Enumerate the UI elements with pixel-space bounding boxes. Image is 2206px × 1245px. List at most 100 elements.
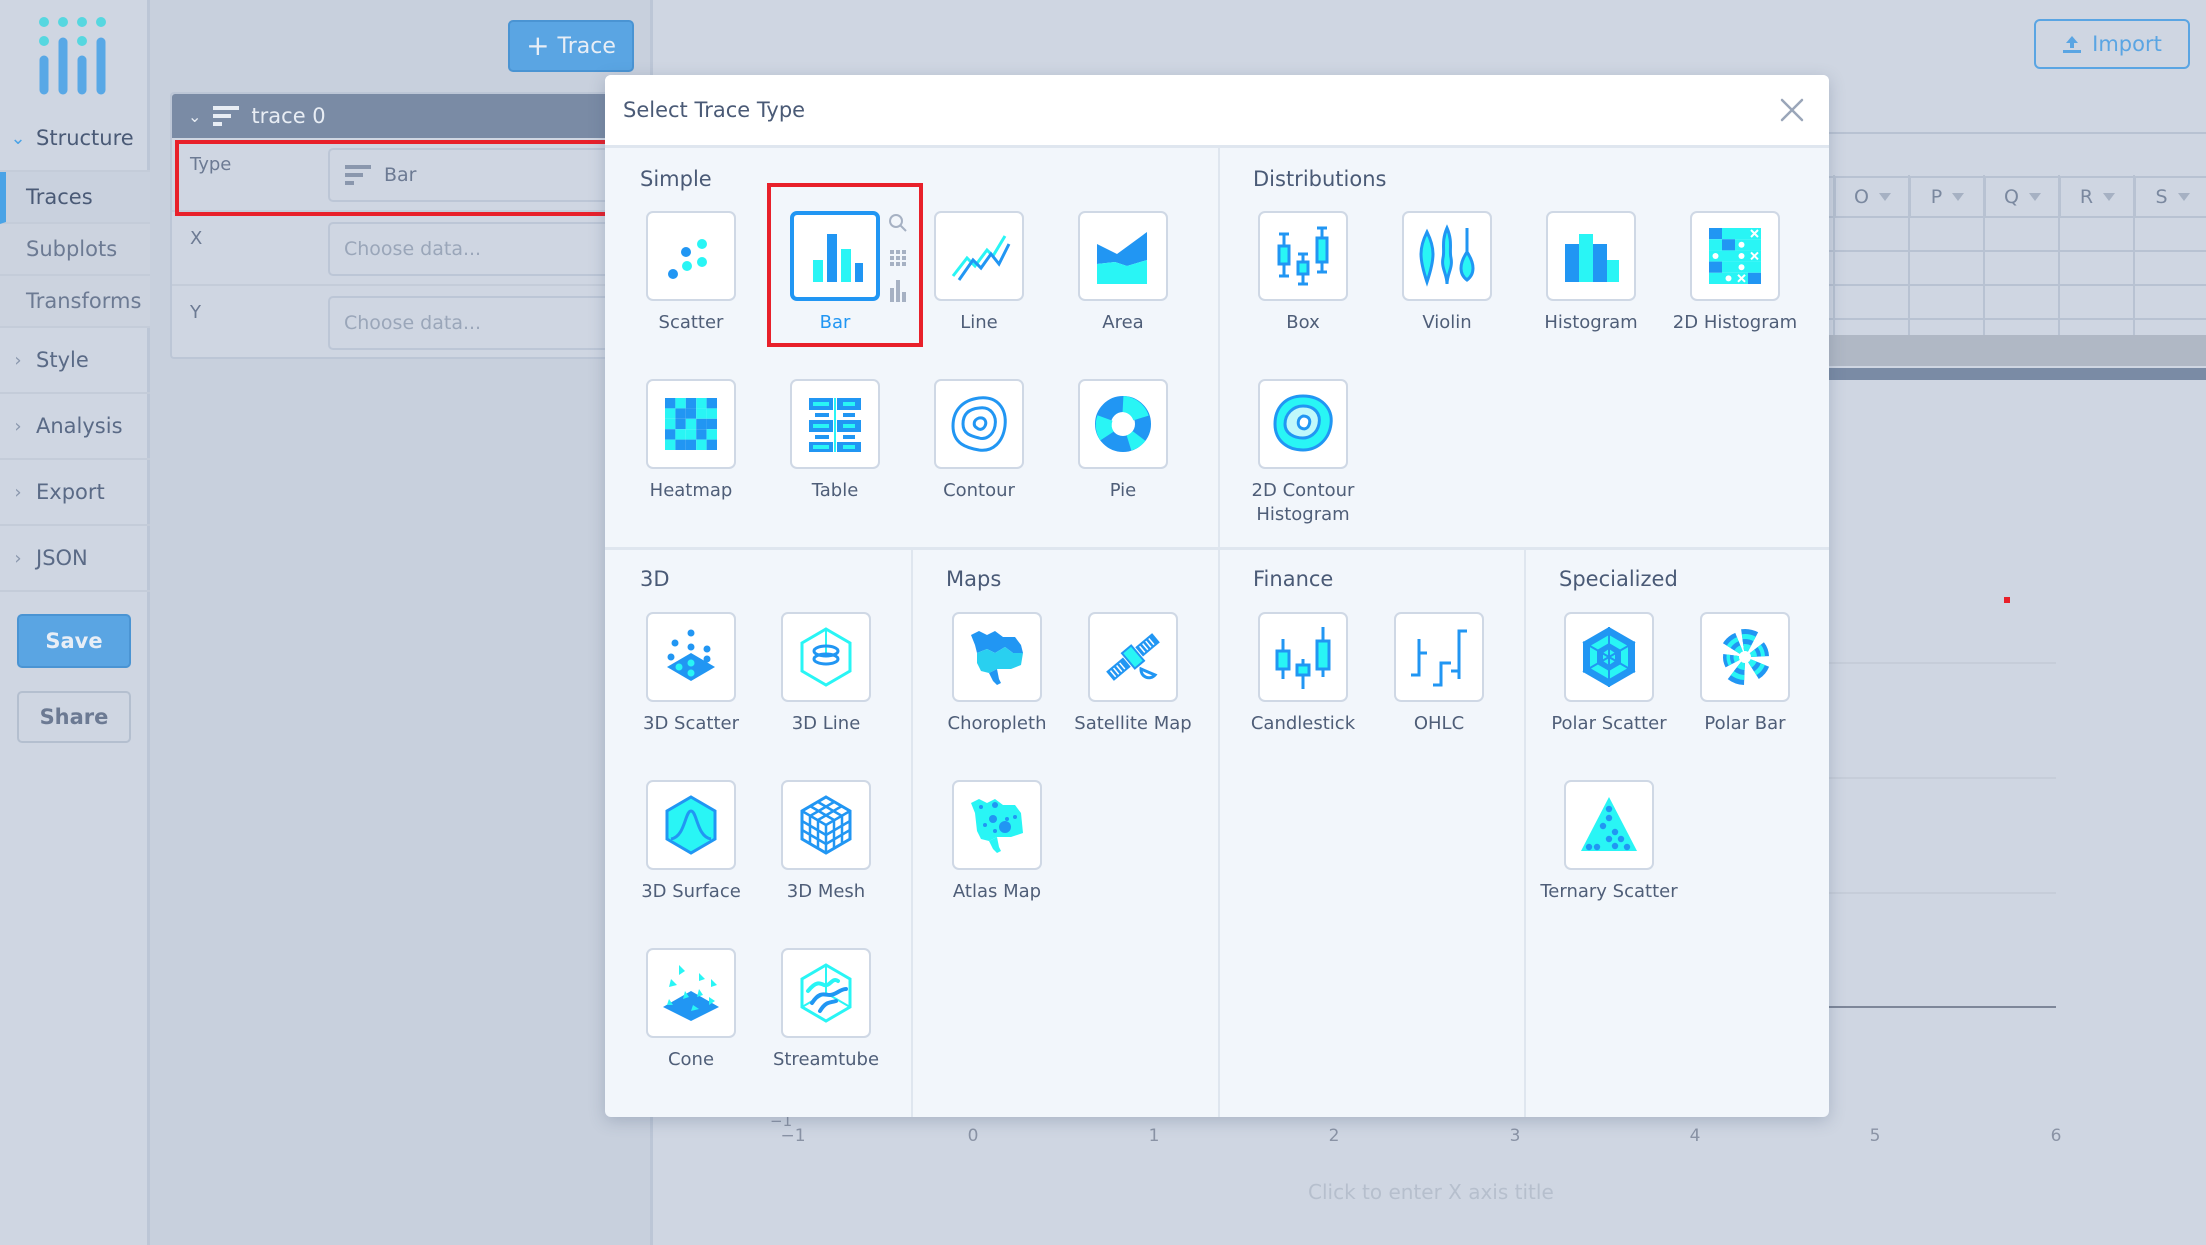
nav-group-label: Export [36,480,105,504]
trace-type-value: Bar [384,164,417,186]
streamtube-icon [800,963,852,1023]
trace-type-line[interactable]: Line [907,211,1051,335]
trace-type-violin[interactable]: Violin [1375,211,1519,335]
section-divider [605,547,1829,550]
plot-gridline [1829,662,2056,664]
import-button[interactable]: Import [2034,19,2190,69]
upload-icon [2063,36,2082,53]
trace-type-contour[interactable]: Contour [907,379,1051,503]
trace-type-heatmap[interactable]: Heatmap [619,379,763,503]
tile-box [1088,612,1178,702]
nav-group-analysis[interactable]: › Analysis [0,394,150,460]
spreadsheet-grid [1829,175,2206,335]
tile-label: Area [1102,312,1144,333]
nav-item-subplots[interactable]: Subplots [0,224,150,276]
trace-type-pie[interactable]: Pie [1051,379,1195,503]
tile-box [1394,612,1484,702]
nav-group-structure[interactable]: ⌄ Structure [0,106,150,172]
nav-group-style[interactable]: › Style [0,328,150,394]
tile-label: Scatter [658,312,724,333]
tile-box [1690,211,1780,301]
trace-type-ohlc[interactable]: OHLC [1367,612,1511,736]
sidebar: ⌄ Structure Traces Subplots Transforms ›… [0,0,150,1245]
tile-label: Table [811,480,859,501]
tile-box [1078,379,1168,469]
tile-box [646,780,736,870]
trace-type-candlestick[interactable]: Candlestick [1231,612,1375,736]
trace-type-3d-line[interactable]: 3D Line [754,612,898,736]
tile-label: Pie [1109,480,1137,501]
trace-type-polar-scatter[interactable]: Polar Scatter [1537,612,1681,736]
trace-type-2d-contour-histogram[interactable]: 2D Contour Histogram [1231,379,1375,527]
trace-type-histogram[interactable]: Histogram [1519,211,1663,335]
trace-header[interactable]: ⌄ trace 0 × [172,94,780,138]
tile-label: 3D Line [791,713,861,734]
trace-type-2d-histogram[interactable]: 2D Histogram [1663,211,1807,335]
trace-type-streamtube[interactable]: Streamtube [754,948,898,1072]
marker-dot [2004,597,2010,603]
chevron-down-icon: ⌄ [10,127,26,149]
trace-type-3d-scatter[interactable]: 3D Scatter [619,612,763,736]
contour-icon [951,396,1007,452]
section-divider [911,550,913,1117]
x-label: X [190,228,203,249]
y-data-dropdown[interactable]: Choose data... [328,296,648,350]
trace-type-polar-bar[interactable]: Polar Bar [1673,612,1817,736]
nav-item-traces[interactable]: Traces [0,172,150,224]
tile-label: Ternary Scatter [1540,881,1678,902]
trace-type-3d-mesh[interactable]: 3D Mesh [754,780,898,904]
trace-y-row: Y Choose data... [172,286,648,360]
tile-label: 2D Contour Histogram [1251,480,1355,525]
x-axis-title-placeholder[interactable]: Click to enter X axis title [1308,1180,1554,1204]
tile-box [1258,612,1348,702]
share-button[interactable]: Share [17,691,131,743]
nav-group-json[interactable]: › JSON [0,526,150,592]
tile-box [790,211,880,301]
tile-box [1564,612,1654,702]
trace-type-satellite-map[interactable]: Satellite Map [1061,612,1205,736]
chevron-right-icon: › [14,481,22,503]
heatmap-icon [665,398,717,450]
trace-type-choropleth[interactable]: Choropleth [925,612,1069,736]
nav-group-export[interactable]: › Export [0,460,150,526]
choropleth-icon [971,631,1023,685]
trace-name: trace 0 [251,104,326,128]
tile-label: Polar Scatter [1551,713,1667,734]
tile-box [952,780,1042,870]
tile-box [1546,211,1636,301]
trace-type-table[interactable]: Table [763,379,907,503]
x-tick-label: 2 [1328,1126,1340,1146]
plot-gridline [1829,892,2056,894]
trace-type-selector[interactable]: Bar [328,148,648,202]
import-label: Import [2092,32,2162,56]
bar-horizontal-icon [345,165,371,185]
close-icon[interactable] [1777,95,1807,125]
select-trace-type-modal: Select Trace Type Simple Scatter Bar Lin… [605,75,1829,1117]
trace-type-box[interactable]: Box [1231,211,1375,335]
tile-label: Candlestick [1250,713,1356,734]
x-data-dropdown[interactable]: Choose data... [328,222,648,276]
line-chart-icon [951,235,1011,281]
tile-label: 3D Surface [641,881,741,902]
x-placeholder: Choose data... [344,238,482,260]
trace-type-area[interactable]: Area [1051,211,1195,335]
trace-type-cone[interactable]: Cone [619,948,763,1072]
trace-type-bar[interactable]: Bar [763,211,907,335]
box-plot-icon [1277,226,1329,286]
trace-type-scatter[interactable]: Scatter [619,211,763,335]
trace-type-3d-surface[interactable]: 3D Surface [619,780,763,904]
section-title-finance: Finance [1253,567,1334,591]
save-button[interactable]: Save [17,614,131,668]
section-divider [1218,550,1220,1117]
nav-item-transforms[interactable]: Transforms [0,276,150,328]
trace-type-atlas-map[interactable]: Atlas Map [925,780,1069,904]
tile-label: OHLC [1413,713,1465,734]
x-tick-label: 1 [1148,1126,1160,1146]
tile-label: Choropleth [947,713,1047,734]
violin-icon [1419,224,1475,287]
add-trace-button[interactable]: + Trace [508,20,634,72]
scatter-icon [668,239,707,279]
tile-label: 2D Histogram [1672,312,1798,333]
trace-type-ternary-scatter[interactable]: Ternary Scatter [1537,780,1681,904]
histogram-icon [1565,234,1619,282]
